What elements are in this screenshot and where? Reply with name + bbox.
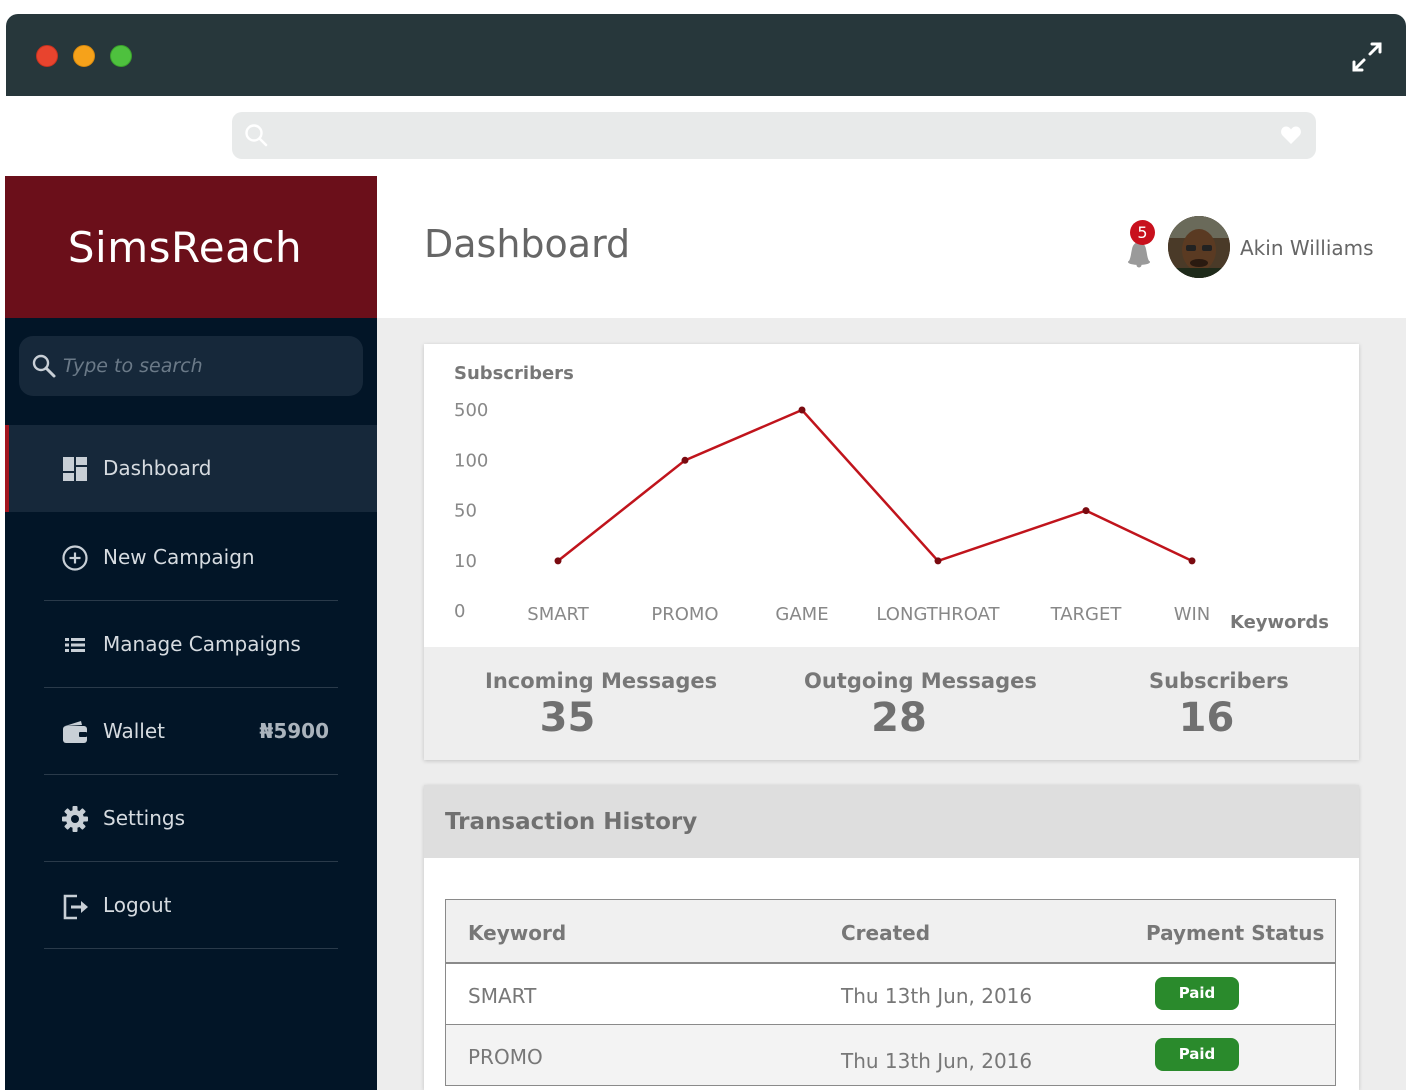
sidebar-item-settings[interactable]: Settings [5,775,377,862]
sidebar-item-wallet[interactable]: Wallet ₦5900 [5,688,377,775]
x-axis-label: Keywords [1230,612,1329,633]
series-line [557,408,1193,563]
subscribers-line-chart: SubscribersKeywords50010050100 SMART PROMO… [454,363,1329,633]
browser-url-bar[interactable] [232,112,1316,159]
avatar[interactable] [1168,216,1230,278]
window-titlebar [6,14,1406,96]
expand-arrows-icon[interactable] [1350,40,1384,74]
table-header-row: Keyword Created Payment Status [446,900,1335,964]
stat-value: 16 [1178,695,1235,741]
search-placeholder: Type to search [63,355,203,377]
sidebar-item-label: New Campaign [103,545,255,569]
minimize-window-button[interactable] [73,45,95,67]
status-badge: Paid [1155,977,1239,1010]
sidebar-search-input[interactable]: Type to search [19,336,363,396]
divider [44,948,338,949]
sidebar: Type to search Dashboard New Campaign Ma… [5,318,377,1090]
user-name[interactable]: Akin Williams [1240,236,1374,260]
sidebar-item-label: Manage Campaigns [103,632,301,656]
x-tick-label: WIN [1174,604,1211,625]
table-row[interactable]: SMART Thu 13th Jun, 2016 Paid [446,964,1335,1025]
y-tick-label: 10 [454,551,477,572]
sidebar-item-label: Logout [103,893,172,917]
maximize-window-button[interactable] [110,45,132,67]
created-cell: Thu 13th Jun, 2016 [841,1049,1033,1073]
status-badge: Paid [1155,1038,1239,1071]
sidebar-item-label: Settings [103,806,186,830]
y-axis-label: Subscribers [454,363,574,384]
plus-circle-icon [62,545,88,571]
data-point [554,557,562,565]
sidebar-item-manage-campaigns[interactable]: Manage Campaigns [5,601,377,688]
stat-value: 28 [871,695,927,741]
brand-header: SimsReach [5,176,377,318]
keyword-cell: PROMO [468,1045,543,1069]
x-tick-label: GAME [775,604,828,625]
column-header-created[interactable]: Created [841,921,930,945]
wallet-icon [63,721,87,743]
table-row[interactable]: PROMO Thu 13th Jun, 2016 Paid [446,1025,1335,1086]
message-stats: Incoming Messages 35 Outgoing Messages 2… [424,647,1359,760]
keyword-cell: SMART [468,984,537,1008]
sidebar-item-label: Wallet [103,719,166,743]
stat-value: 35 [539,695,596,741]
column-header-keyword[interactable]: Keyword [468,921,566,945]
stat-label: Subscribers [1149,669,1289,693]
stat-outgoing-messages: Outgoing Messages 28 [804,669,1037,741]
close-window-button[interactable] [36,45,58,67]
sidebar-item-new-campaign[interactable]: New Campaign [5,514,377,601]
stat-subscribers: Subscribers 16 [1149,669,1289,741]
data-point [934,557,942,565]
sidebar-item-dashboard[interactable]: Dashboard [5,425,377,512]
wallet-balance: ₦5900 [259,719,329,743]
heart-icon[interactable] [1280,125,1302,145]
x-tick-label: PROMO [651,604,718,625]
y-tick-label: 0 [454,601,465,622]
stat-label: Outgoing Messages [804,669,1037,693]
y-tick-label: 500 [454,400,488,421]
data-point [1082,507,1090,515]
dashboard-icon [63,457,87,481]
logout-icon [63,894,88,920]
list-icon [65,638,85,652]
card-title: Transaction History [445,809,698,835]
x-tick-label: LONGTHROAT [876,604,1000,625]
transaction-history-header: Transaction History [424,785,1359,858]
transaction-table: Keyword Created Payment Status SMART Thu… [445,899,1336,1086]
gear-icon [62,806,88,832]
search-icon [245,124,268,147]
subscribers-chart-card: Subscribers Keywords 500 100 50 10 0 SMART PROMO… [424,344,1359,760]
column-header-payment-status[interactable]: Payment Status [1146,921,1324,945]
x-tick-label: TARGET [1050,604,1123,625]
stat-label: Incoming Messages [485,669,718,693]
page-title: Dashboard [424,222,631,266]
sidebar-item-label: Dashboard [103,456,212,480]
user-photo [1168,216,1230,278]
notification-badge: 5 [1130,220,1155,245]
x-tick-label: SMART [527,604,589,625]
stat-incoming-messages: Incoming Messages 35 [485,669,718,741]
data-point [798,406,806,414]
search-icon [32,354,56,378]
sidebar-item-logout[interactable]: Logout [5,862,377,949]
y-tick-label: 100 [454,450,488,471]
created-cell: Thu 13th Jun, 2016 [841,984,1033,1008]
data-point [681,456,689,464]
brand-logo-text[interactable]: SimsReach [68,223,314,272]
transaction-history-card: Transaction History Keyword Created Paym… [424,785,1359,1090]
y-tick-label: 50 [454,501,477,522]
data-point [1188,557,1196,565]
